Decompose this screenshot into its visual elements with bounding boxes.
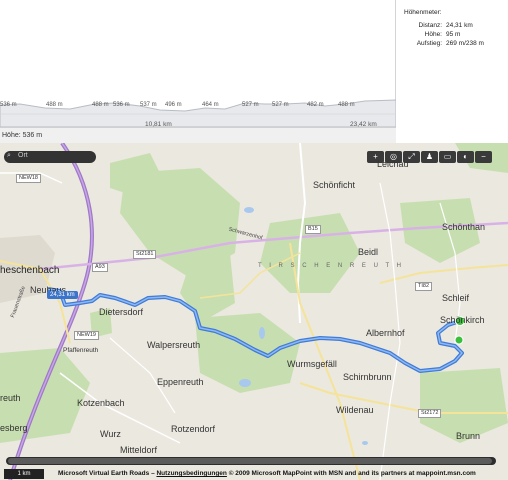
search-icon: ⌕ xyxy=(7,152,11,159)
place-label: Schleif xyxy=(442,293,470,303)
tick-label: 488 m xyxy=(46,102,63,108)
place-label: Albernhof xyxy=(366,328,405,338)
region-label: T I R S C H E N R E U T H xyxy=(258,263,405,269)
stats-title: Höhenmeter: xyxy=(404,9,442,16)
road-shield: B15 xyxy=(305,225,321,234)
map-copyright: Microsoft Virtual Earth Roads – Nutzungs… xyxy=(58,470,476,477)
tick-label: 536 m xyxy=(113,102,130,108)
tick-label: 496 m xyxy=(165,102,182,108)
road-shield: St2172 xyxy=(418,409,442,418)
place-label: Schönthan xyxy=(442,222,486,232)
place-label: Pfaffenreuth xyxy=(63,347,99,354)
terms-link[interactable]: Nutzungsbedingungen xyxy=(156,470,226,477)
tick-label: 464 m xyxy=(202,102,219,108)
place-label: Eppenreuth xyxy=(157,377,204,387)
tick-label: 488 m xyxy=(338,102,355,108)
search-placeholder: Ort xyxy=(18,152,28,159)
map-canvas[interactable]: ⌕ Ort + ◎ ⤢ ♟ ▭ ◐ − Leichau Schönficht S… xyxy=(0,143,508,480)
map-base xyxy=(0,143,508,480)
stat-value: 95 m xyxy=(446,31,461,38)
place-label: Wildenau xyxy=(336,405,374,415)
elevation-profile[interactable]: 536 m 488 m 488 m 536 m 537 m 496 m 464 … xyxy=(0,0,396,143)
car-icon[interactable]: ▭ xyxy=(439,151,456,163)
tick-label: 482 m xyxy=(307,102,324,108)
stat-key: Distanz: xyxy=(418,22,442,29)
copyright-text: © 2009 Microsoft MapPoint with MSN and a… xyxy=(226,470,476,477)
route-waypoint-marker xyxy=(454,335,464,345)
place-label: esberg xyxy=(0,423,28,433)
place-label: Wurz xyxy=(100,429,121,439)
place-label: Mitteldorf xyxy=(120,445,158,455)
zoom-out-icon[interactable]: − xyxy=(475,151,492,163)
place-label: Dietersdorf xyxy=(99,307,144,317)
place-label: Brunn xyxy=(456,431,481,441)
place-label: Schönficht xyxy=(313,180,356,190)
road-shield: A93 xyxy=(92,263,108,272)
lake xyxy=(244,207,254,213)
place-label: heschenbach xyxy=(0,265,60,276)
height-readout: Höhe: 536 m xyxy=(0,127,396,143)
place-label: Schönkirch xyxy=(440,315,485,325)
horizontal-scrollbar[interactable] xyxy=(6,457,496,465)
map-layer-icon[interactable]: ◐ xyxy=(457,151,474,163)
lake xyxy=(362,441,368,445)
place-label: reuth xyxy=(0,393,21,403)
road-shield: St2181 xyxy=(133,250,157,259)
copyright-text: Microsoft Virtual Earth Roads – xyxy=(58,470,157,477)
scrollbar-thumb[interactable] xyxy=(8,458,492,464)
route-distance-label: 24,31 km xyxy=(47,291,78,299)
stat-key: Höhe: xyxy=(424,31,442,38)
place-label: Rotzendorf xyxy=(171,424,216,434)
road-shield: NEW18 xyxy=(16,174,41,183)
route-stats: Höhenmeter: Distanz: 24,31 km Höhe: 95 m… xyxy=(397,0,508,143)
tick-label: 488 m xyxy=(92,102,109,108)
walk-icon[interactable]: ♟ xyxy=(421,151,438,163)
road-shield: NEW19 xyxy=(74,331,99,340)
place-label: Schirnbrunn xyxy=(343,372,392,382)
place-label: Wurmsgefäll xyxy=(287,359,337,369)
place-label: Leichau xyxy=(377,159,409,169)
tick-label: 527 m xyxy=(272,102,289,108)
lake xyxy=(239,379,251,387)
tick-label: 536 m xyxy=(0,102,17,108)
tick-label: 527 m xyxy=(242,102,259,108)
stat-value: 24,31 km xyxy=(446,22,473,29)
road-shield: TI82 xyxy=(415,282,433,291)
place-label: Walpersreuth xyxy=(147,340,201,350)
stat-key: Aufstieg: xyxy=(416,40,442,47)
tick-label: 537 m xyxy=(140,102,157,108)
location-search[interactable]: ⌕ Ort xyxy=(4,151,96,163)
place-label: Kotzenbach xyxy=(77,398,125,408)
place-label: Beidl xyxy=(358,247,379,257)
lake xyxy=(259,327,265,339)
map-scale: 1 km xyxy=(4,469,44,479)
map-route-viewer: 536 m 488 m 488 m 536 m 537 m 496 m 464 … xyxy=(0,0,508,480)
stat-value: 269 m/238 m xyxy=(446,40,484,47)
